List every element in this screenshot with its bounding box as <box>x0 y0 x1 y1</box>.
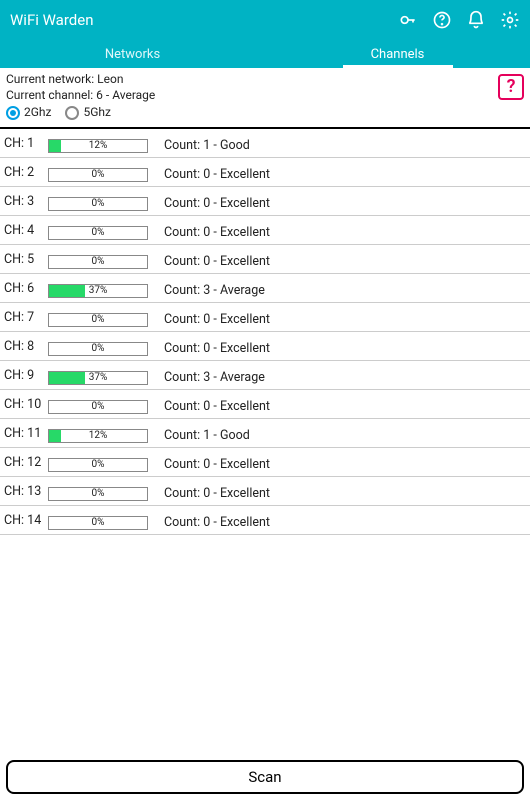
channel-label: CH: 14 <box>4 511 48 528</box>
channel-count-label: Count: 0 - Excellent <box>156 219 528 240</box>
usage-percent-label: 0% <box>49 227 147 239</box>
channel-count-label: Count: 1 - Good <box>156 422 528 443</box>
channel-count-label: Count: 0 - Excellent <box>156 190 528 211</box>
app-header: WiFi Warden Networks Channels <box>0 0 530 68</box>
current-network-label: Current network: Leon <box>6 72 524 88</box>
channel-row[interactable]: CH: 100% Count: 0 - Excellent <box>0 390 530 419</box>
tab-bar: Networks Channels <box>0 40 530 68</box>
usage-percent-label: 12% <box>49 140 147 152</box>
usage-bar: 0% <box>48 313 148 327</box>
tab-networks[interactable]: Networks <box>0 47 265 68</box>
channel-count-label: Count: 0 - Excellent <box>156 306 528 327</box>
channel-row[interactable]: CH: 112% Count: 1 - Good <box>0 129 530 158</box>
tab-channels[interactable]: Channels <box>265 47 530 68</box>
channel-label: CH: 2 <box>4 163 48 180</box>
usage-bar: 0% <box>48 255 148 269</box>
channel-count-label: Count: 0 - Excellent <box>156 248 528 269</box>
footer: Scan <box>0 754 530 800</box>
usage-percent-label: 0% <box>49 401 147 413</box>
channel-count-label: Count: 0 - Excellent <box>156 480 528 501</box>
usage-bar: 0% <box>48 458 148 472</box>
app-title: WiFi Warden <box>10 11 398 29</box>
usage-percent-label: 37% <box>49 372 147 384</box>
channel-label: CH: 11 <box>4 424 48 441</box>
channel-label: CH: 3 <box>4 192 48 209</box>
channel-row[interactable]: CH: 140% Count: 0 - Excellent <box>0 506 530 535</box>
channel-row[interactable]: CH: 637% Count: 3 - Average <box>0 274 530 303</box>
scan-button[interactable]: Scan <box>6 760 524 794</box>
channel-row[interactable]: CH: 937% Count: 3 - Average <box>0 361 530 390</box>
usage-bar: 12% <box>48 429 148 443</box>
channel-count-label: Count: 3 - Average <box>156 364 528 385</box>
channel-label: CH: 1 <box>4 134 48 151</box>
channel-label: CH: 8 <box>4 337 48 354</box>
usage-percent-label: 0% <box>49 198 147 210</box>
channel-row[interactable]: CH: 80% Count: 0 - Excellent <box>0 332 530 361</box>
usage-percent-label: 37% <box>49 285 147 297</box>
channel-row[interactable]: CH: 30% Count: 0 - Excellent <box>0 187 530 216</box>
channel-count-label: Count: 1 - Good <box>156 132 528 153</box>
channel-row[interactable]: CH: 50% Count: 0 - Excellent <box>0 245 530 274</box>
channel-label: CH: 6 <box>4 279 48 296</box>
channel-label: CH: 9 <box>4 366 48 383</box>
channel-row[interactable]: CH: 40% Count: 0 - Excellent <box>0 216 530 245</box>
channel-count-label: Count: 0 - Excellent <box>156 509 528 530</box>
channel-row[interactable]: CH: 70% Count: 0 - Excellent <box>0 303 530 332</box>
usage-bar: 0% <box>48 197 148 211</box>
channel-count-label: Count: 3 - Average <box>156 277 528 298</box>
usage-percent-label: 0% <box>49 314 147 326</box>
help-button[interactable]: ? <box>498 74 524 100</box>
radio-selected-icon <box>6 106 20 120</box>
usage-percent-label: 0% <box>49 459 147 471</box>
channel-label: CH: 4 <box>4 221 48 238</box>
settings-icon[interactable] <box>500 10 520 30</box>
channel-count-label: Count: 0 - Excellent <box>156 335 528 356</box>
usage-bar: 12% <box>48 139 148 153</box>
usage-percent-label: 0% <box>49 517 147 529</box>
channel-count-label: Count: 0 - Excellent <box>156 393 528 414</box>
usage-bar: 0% <box>48 342 148 356</box>
radio-unselected-icon <box>65 106 79 120</box>
radio-2ghz-label: 2Ghz <box>24 105 51 121</box>
bell-icon[interactable] <box>466 10 486 30</box>
radio-5ghz[interactable]: 5Ghz <box>65 105 110 121</box>
usage-bar: 0% <box>48 516 148 530</box>
usage-percent-label: 12% <box>49 430 147 442</box>
channel-label: CH: 7 <box>4 308 48 325</box>
usage-bar: 37% <box>48 284 148 298</box>
channel-count-label: Count: 0 - Excellent <box>156 161 528 182</box>
usage-percent-label: 0% <box>49 343 147 355</box>
channel-label: CH: 12 <box>4 453 48 470</box>
usage-percent-label: 0% <box>49 169 147 181</box>
usage-bar: 0% <box>48 168 148 182</box>
current-channel-label: Current channel: 6 - Average <box>6 88 524 104</box>
usage-percent-label: 0% <box>49 256 147 268</box>
radio-2ghz[interactable]: 2Ghz <box>6 105 51 121</box>
usage-bar: 37% <box>48 371 148 385</box>
usage-percent-label: 0% <box>49 488 147 500</box>
usage-bar: 0% <box>48 487 148 501</box>
channel-count-label: Count: 0 - Excellent <box>156 451 528 472</box>
help-icon[interactable] <box>432 10 452 30</box>
radio-5ghz-label: 5Ghz <box>83 105 110 121</box>
channel-row[interactable]: CH: 130% Count: 0 - Excellent <box>0 477 530 506</box>
channel-list[interactable]: CH: 112%Count: 1 - GoodCH: 20%Count: 0 -… <box>0 129 530 754</box>
channel-row[interactable]: CH: 1112% Count: 1 - Good <box>0 419 530 448</box>
channel-label: CH: 13 <box>4 482 48 499</box>
channel-label: CH: 5 <box>4 250 48 267</box>
channel-label: CH: 10 <box>4 395 48 412</box>
usage-bar: 0% <box>48 226 148 240</box>
channel-row[interactable]: CH: 120% Count: 0 - Excellent <box>0 448 530 477</box>
channel-row[interactable]: CH: 20% Count: 0 - Excellent <box>0 158 530 187</box>
info-panel: Current network: Leon Current channel: 6… <box>0 68 530 129</box>
key-icon[interactable] <box>398 10 418 30</box>
usage-bar: 0% <box>48 400 148 414</box>
